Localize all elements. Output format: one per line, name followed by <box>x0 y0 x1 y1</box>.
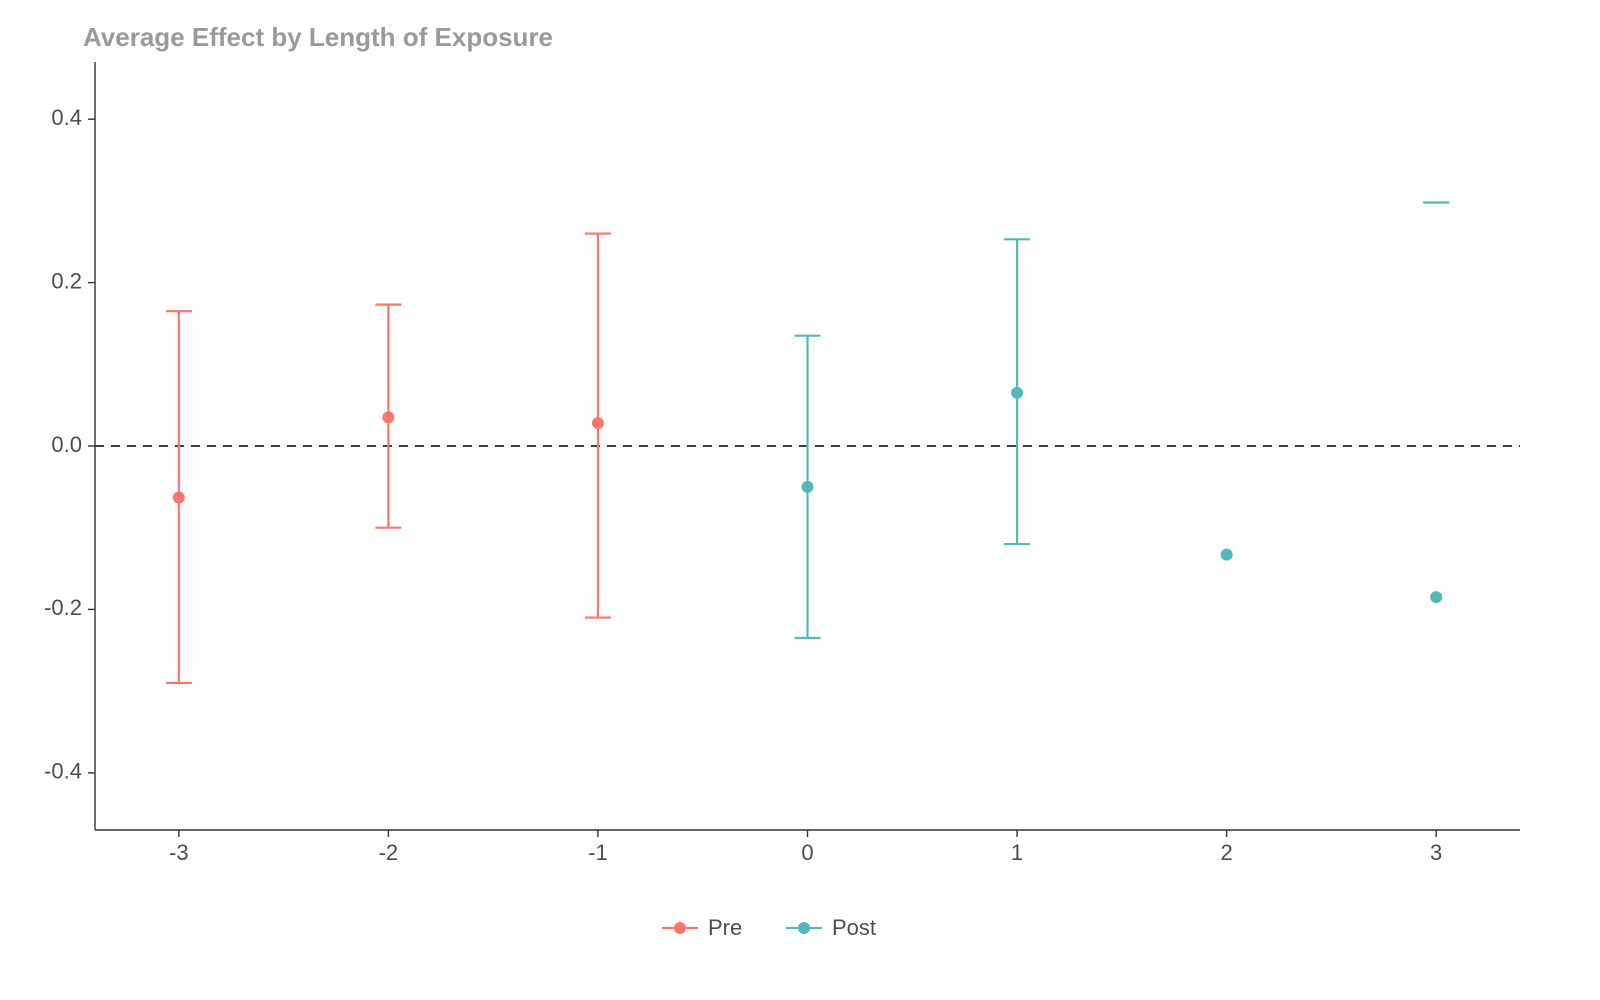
data-point <box>802 481 814 493</box>
legend-label: Pre <box>708 915 742 940</box>
legend-item: Post <box>786 915 876 940</box>
legend-item: Pre <box>662 915 742 940</box>
event-study-chart: -0.4 -0.2 0.0 0.2 0.4 -3 -2 -1 0 1 2 3 Pre Post <box>0 0 1600 1000</box>
x-tick-label: 2 <box>1220 840 1232 865</box>
data-point <box>1221 549 1233 561</box>
x-tick-label: -3 <box>169 840 189 865</box>
y-tick-label: 0.4 <box>51 105 82 130</box>
y-tick-label: -0.2 <box>44 595 82 620</box>
x-tick-label: 3 <box>1430 840 1442 865</box>
x-tick-label: -2 <box>379 840 399 865</box>
data-point <box>382 411 394 423</box>
x-tick-label: 1 <box>1011 840 1023 865</box>
data-point <box>592 417 604 429</box>
data-point <box>173 491 185 503</box>
data-point <box>1011 387 1023 399</box>
data-point <box>1430 591 1442 603</box>
y-tick-label: 0.0 <box>51 432 82 457</box>
y-tick-label: -0.4 <box>44 759 82 784</box>
x-tick-label: 0 <box>801 840 813 865</box>
legend-label: Post <box>832 915 876 940</box>
y-tick-label: 0.2 <box>51 268 82 293</box>
x-tick-label: -1 <box>588 840 608 865</box>
